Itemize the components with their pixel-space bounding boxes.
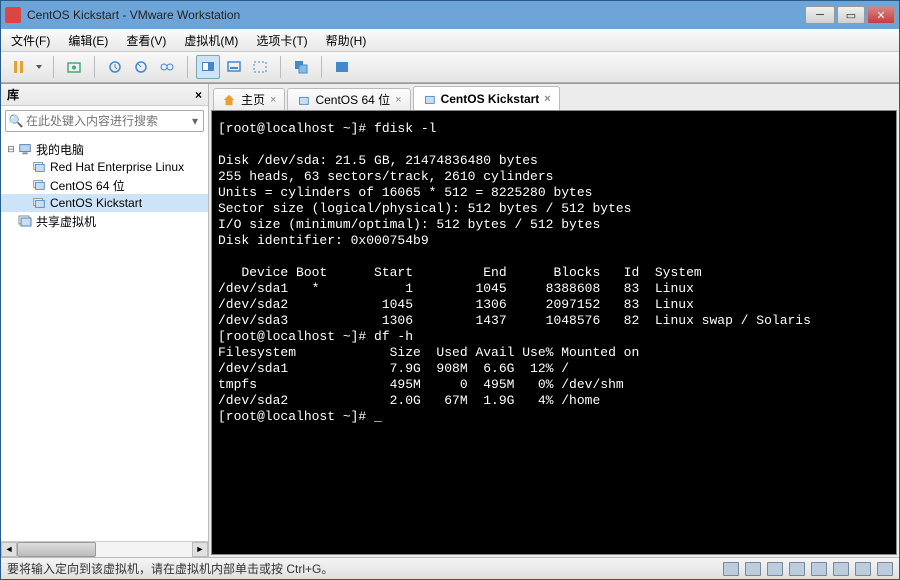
tab-label: CentOS Kickstart — [441, 92, 540, 106]
show-console-button[interactable] — [196, 55, 220, 79]
search-icon: 🔍 — [6, 114, 26, 128]
vm-icon — [422, 92, 436, 106]
app-window: CentOS Kickstart - VMware Workstation ─ … — [0, 0, 900, 580]
content-area: 库 × 🔍 ▾ ⊟ 我的电脑 Red Hat Enterprise Linux — [1, 83, 899, 557]
show-thumbnail-button[interactable] — [222, 55, 246, 79]
vm-icon — [31, 160, 47, 174]
power-on-button[interactable] — [7, 55, 31, 79]
tree-label: CentOS 64 位 — [50, 177, 125, 194]
scroll-thumb[interactable] — [17, 542, 96, 557]
scroll-right-icon[interactable]: ► — [192, 542, 208, 557]
snapshot-manager-button[interactable] — [155, 55, 179, 79]
home-icon — [222, 93, 236, 107]
snapshot-take-button[interactable] — [103, 55, 127, 79]
close-button[interactable]: ✕ — [867, 6, 895, 24]
tree-label: 我的电脑 — [36, 141, 84, 158]
shared-icon — [17, 214, 33, 228]
computer-icon — [17, 142, 33, 156]
app-icon — [5, 7, 21, 23]
statusbar: 要将输入定向到该虚拟机，请在虚拟机内部单击或按 Ctrl+G。 — [1, 557, 899, 579]
maximize-button[interactable]: ▭ — [837, 6, 865, 24]
tab-centos-kickstart[interactable]: CentOS Kickstart × — [413, 86, 560, 110]
sidebar-scrollbar[interactable]: ◄ ► — [1, 541, 208, 557]
main-panel: 主页 × CentOS 64 位 × CentOS Kickstart × [r… — [209, 84, 899, 557]
tree-label: Red Hat Enterprise Linux — [50, 160, 184, 174]
tab-centos64[interactable]: CentOS 64 位 × — [287, 88, 410, 110]
menu-tabs[interactable]: 选项卡(T) — [252, 30, 311, 51]
menu-edit[interactable]: 编辑(E) — [64, 30, 112, 51]
tree-node-centos-kickstart[interactable]: CentOS Kickstart — [1, 194, 208, 212]
minimize-button[interactable]: ─ — [805, 6, 835, 24]
device-usb-icon[interactable] — [811, 562, 827, 576]
tree-node-rhel[interactable]: Red Hat Enterprise Linux — [1, 158, 208, 176]
tree-label: 共享虚拟机 — [36, 213, 96, 230]
device-sound-icon[interactable] — [833, 562, 849, 576]
tab-bar: 主页 × CentOS 64 位 × CentOS Kickstart × — [209, 84, 899, 110]
vm-tree: ⊟ 我的电脑 Red Hat Enterprise Linux CentOS 6… — [1, 136, 208, 541]
snapshot-button[interactable] — [62, 55, 86, 79]
tree-label: CentOS Kickstart — [50, 196, 142, 210]
tab-label: 主页 — [241, 91, 265, 108]
tab-close-icon[interactable]: × — [395, 94, 401, 106]
tab-label: CentOS 64 位 — [315, 91, 390, 108]
device-printer-icon[interactable] — [855, 562, 871, 576]
sidebar-title: 库 — [7, 86, 19, 103]
unity-button[interactable] — [289, 55, 313, 79]
device-display-icon[interactable] — [877, 562, 893, 576]
vm-icon — [31, 178, 47, 192]
search-input[interactable] — [26, 114, 187, 128]
status-device-icons — [723, 562, 893, 576]
toolbar — [1, 51, 899, 83]
collapse-icon[interactable]: ⊟ — [5, 144, 17, 155]
window-title: CentOS Kickstart - VMware Workstation — [27, 8, 803, 22]
tab-home[interactable]: 主页 × — [213, 88, 285, 110]
menu-vm[interactable]: 虚拟机(M) — [180, 30, 242, 51]
tab-close-icon[interactable]: × — [544, 93, 550, 105]
device-cd-icon[interactable] — [745, 562, 761, 576]
search-dropdown-icon[interactable]: ▾ — [187, 114, 203, 128]
search-box[interactable]: 🔍 ▾ — [5, 110, 204, 132]
sidebar: 库 × 🔍 ▾ ⊟ 我的电脑 Red Hat Enterprise Linux — [1, 84, 209, 557]
vm-icon — [31, 196, 47, 210]
menu-file[interactable]: 文件(F) — [7, 30, 54, 51]
menu-help[interactable]: 帮助(H) — [322, 30, 371, 51]
device-network-icon[interactable] — [789, 562, 805, 576]
titlebar: CentOS Kickstart - VMware Workstation ─ … — [1, 1, 899, 29]
sidebar-close-icon[interactable]: × — [195, 88, 202, 102]
status-text: 要将输入定向到该虚拟机，请在虚拟机内部单击或按 Ctrl+G。 — [7, 560, 333, 577]
stretch-button[interactable] — [248, 55, 272, 79]
device-hdd-icon[interactable] — [723, 562, 739, 576]
fullscreen-button[interactable] — [330, 55, 354, 79]
sidebar-header: 库 × — [1, 84, 208, 106]
tree-node-shared[interactable]: 共享虚拟机 — [1, 212, 208, 230]
power-dropdown[interactable] — [33, 55, 45, 79]
tab-close-icon[interactable]: × — [270, 94, 276, 106]
device-floppy-icon[interactable] — [767, 562, 783, 576]
menubar: 文件(F) 编辑(E) 查看(V) 虚拟机(M) 选项卡(T) 帮助(H) — [1, 29, 899, 51]
tree-node-centos64[interactable]: CentOS 64 位 — [1, 176, 208, 194]
vm-console[interactable]: [root@localhost ~]# fdisk -l Disk /dev/s… — [211, 110, 897, 555]
menu-view[interactable]: 查看(V) — [122, 30, 170, 51]
vm-icon — [296, 93, 310, 107]
snapshot-revert-button[interactable] — [129, 55, 153, 79]
tree-node-my-computer[interactable]: ⊟ 我的电脑 — [1, 140, 208, 158]
scroll-left-icon[interactable]: ◄ — [1, 542, 17, 557]
